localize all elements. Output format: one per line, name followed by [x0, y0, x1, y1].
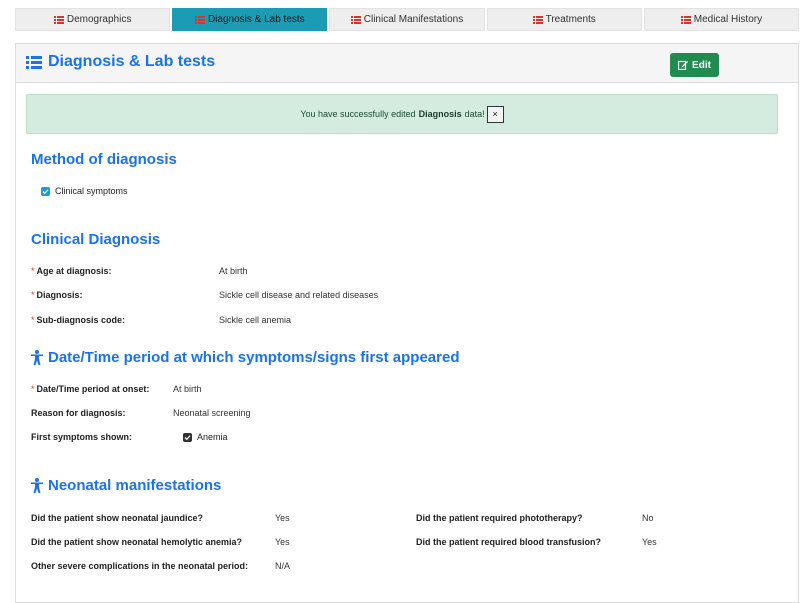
alert-bold: Diagnosis: [418, 109, 462, 119]
field-label: First symptoms shown:: [31, 432, 133, 442]
first-symptoms-label: First symptoms shown:: [31, 432, 132, 442]
method-heading: Method of diagnosis: [31, 151, 177, 168]
age-at-diagnosis-value: At birth: [219, 266, 248, 276]
field-label: Did the patient show neonatal hemolytic …: [31, 537, 243, 547]
tab-label: Medical History: [693, 14, 763, 25]
neonatal-heading: Neonatal manifestations: [31, 477, 221, 494]
list-icon: [350, 15, 361, 24]
list-icon: [26, 56, 42, 69]
list-icon: [53, 15, 64, 24]
panel-title: Diagnosis & Lab tests: [26, 53, 215, 71]
checkbox-label: Clinical symptoms: [55, 186, 128, 196]
person-icon: [31, 350, 43, 365]
tab-label: Clinical Manifestations: [363, 14, 464, 25]
required-marker: *: [31, 315, 35, 325]
blood-transfusion-value: Yes: [642, 537, 657, 547]
anemia-checkbox[interactable]: Anemia: [183, 432, 228, 442]
panel-title-text: Diagnosis & Lab tests: [48, 53, 216, 70]
onset-label: * Date/Time period at onset:: [31, 384, 149, 394]
success-alert: You have successfully edited Diagnosis d…: [26, 94, 778, 134]
list-icon: [194, 15, 205, 24]
required-marker: *: [31, 290, 35, 300]
sub-diagnosis-code-label: * Sub-diagnosis code:: [31, 315, 125, 325]
required-marker: *: [31, 266, 35, 276]
checkbox-label: Anemia: [197, 432, 228, 442]
edit-button[interactable]: Edit: [670, 53, 719, 77]
edit-button-label: Edit: [692, 59, 711, 71]
person-icon: [31, 478, 43, 493]
panel-header: Diagnosis & Lab tests Edit: [16, 44, 798, 83]
field-label: Other severe complications in the neonat…: [31, 561, 249, 571]
alert-suffix: data!: [464, 109, 485, 119]
diagnosis-panel: Diagnosis & Lab tests Edit You have succ…: [15, 43, 799, 603]
tab-label: Treatments: [545, 14, 596, 25]
clinical-diagnosis-heading: Clinical Diagnosis: [31, 231, 160, 248]
method-heading-text: Method of diagnosis: [31, 151, 177, 168]
diagnosis-label: * Diagnosis:: [31, 290, 83, 300]
onset-value: At birth: [173, 384, 202, 394]
tab-medical-history[interactable]: Medical History: [643, 8, 800, 31]
neonatal-hemolytic-anemia-label: Did the patient show neonatal hemolytic …: [31, 537, 242, 547]
other-complications-value: N/A: [275, 561, 291, 571]
field-label: Date/Time period at onset:: [36, 384, 150, 394]
sub-diagnosis-code-value: Sickle cell anemia: [219, 315, 292, 325]
checkbox-checked-icon: [41, 186, 50, 196]
neonatal-jaundice-value: Yes: [275, 513, 290, 523]
tab-treatments[interactable]: Treatments: [486, 8, 642, 31]
field-label: Sub-diagnosis code:: [36, 315, 126, 325]
neonatal-heading-text: Neonatal manifestations: [48, 477, 222, 494]
phototherapy-label: Did the patient required phototherapy?: [416, 513, 583, 523]
field-label: Did the patient show neonatal jaundice?: [31, 513, 204, 523]
tab-demographics[interactable]: Demographics: [15, 8, 171, 31]
alert-close-button[interactable]: ×: [486, 105, 504, 123]
onset-heading: Date/Time period at which symptoms/signs…: [31, 349, 460, 366]
tab-bar: Demographics Diagnosis & Lab tests Clini…: [15, 8, 800, 31]
onset-heading-text: Date/Time period at which symptoms/signs…: [48, 349, 460, 366]
edit-icon: [678, 60, 689, 70]
phototherapy-value: No: [642, 513, 654, 523]
tab-label: Diagnosis & Lab tests: [207, 14, 305, 25]
neonatal-jaundice-label: Did the patient show neonatal jaundice?: [31, 513, 203, 523]
list-icon: [680, 15, 691, 24]
tab-clinical-manifestations[interactable]: Clinical Manifestations: [329, 8, 485, 31]
required-marker: *: [31, 384, 35, 394]
reason-value: Neonatal screening: [173, 408, 251, 418]
blood-transfusion-label: Did the patient required blood transfusi…: [416, 537, 601, 547]
clinical-symptoms-checkbox[interactable]: Clinical symptoms: [41, 186, 128, 196]
age-at-diagnosis-label: * Age at diagnosis:: [31, 266, 112, 276]
checkbox-checked-icon: [183, 432, 192, 442]
diagnosis-value: Sickle cell disease and related diseases: [219, 290, 379, 300]
alert-prefix: You have successfully edited: [300, 109, 416, 119]
list-icon: [532, 15, 543, 24]
field-label: Did the patient required blood transfusi…: [416, 537, 602, 547]
other-complications-label: Other severe complications in the neonat…: [31, 561, 248, 571]
tab-diagnosis-lab-tests[interactable]: Diagnosis & Lab tests: [172, 8, 328, 31]
clinical-diagnosis-heading-text: Clinical Diagnosis: [31, 231, 161, 248]
field-label: Reason for diagnosis:: [31, 408, 126, 418]
field-label: Diagnosis:: [36, 290, 83, 300]
reason-label: Reason for diagnosis:: [31, 408, 126, 418]
neonatal-hemolytic-anemia-value: Yes: [275, 537, 290, 547]
field-label: Did the patient required phototherapy?: [416, 513, 583, 523]
field-label: Age at diagnosis:: [36, 266, 112, 276]
tab-label: Demographics: [66, 14, 132, 25]
